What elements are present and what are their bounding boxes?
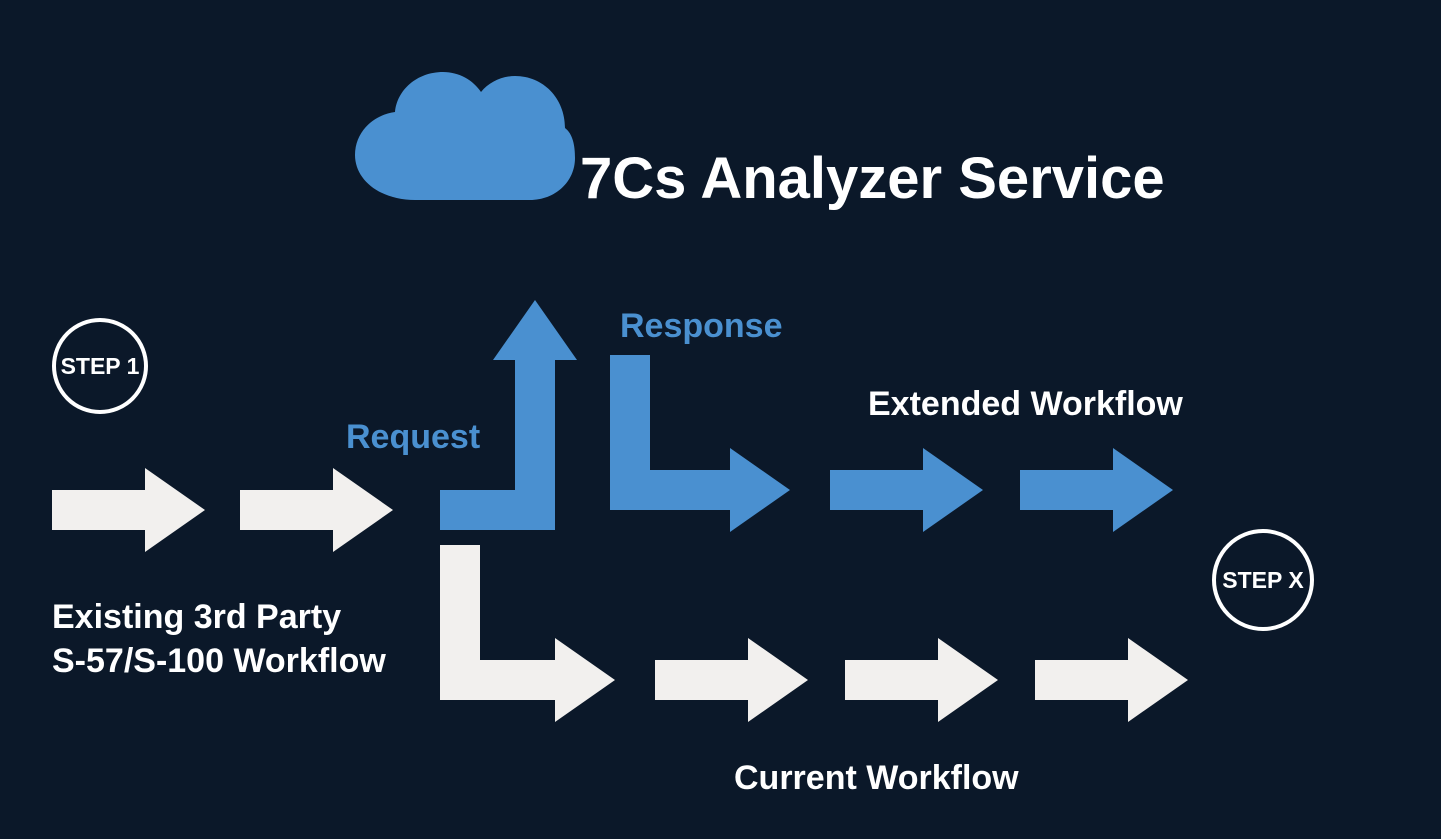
arrow-white-down-right xyxy=(440,545,615,722)
arrow-blue-ext-1 xyxy=(830,448,983,532)
arrow-white-csecond-3 xyxy=(1035,638,1188,722)
arrow-blue-ext-2 xyxy=(1020,448,1173,532)
arrow-white-csecond-2 xyxy=(845,638,998,722)
arrow-white-csecond-1 xyxy=(655,638,808,722)
arrow-white-1 xyxy=(52,468,205,552)
arrow-blue-response xyxy=(610,355,790,532)
arrows-layer xyxy=(0,0,1441,839)
diagram-canvas: 7Cs Analyzer Service STEP 1 STEP X Reque… xyxy=(0,0,1441,839)
arrow-white-2 xyxy=(240,468,393,552)
arrow-blue-request-up xyxy=(440,300,577,530)
